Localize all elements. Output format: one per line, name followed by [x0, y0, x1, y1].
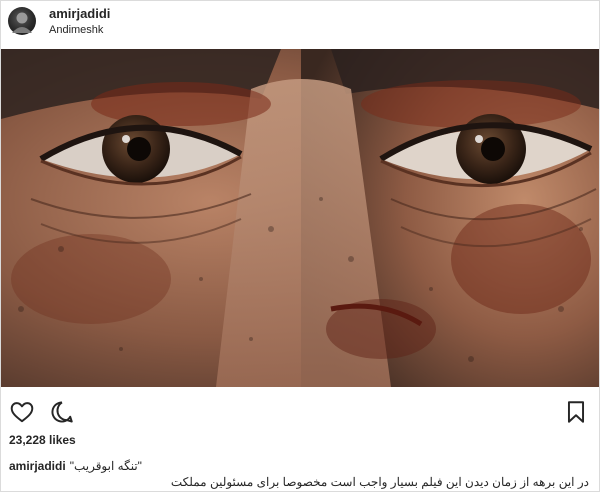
avatar[interactable]	[8, 7, 36, 35]
save-button[interactable]	[563, 399, 589, 425]
likes-count[interactable]: 23,228 likes	[9, 433, 76, 447]
instagram-post: amirjadidi Andimeshk 23,228 likes amirja…	[0, 0, 600, 492]
caption-header: amirjadidi "تنگه ابوقریب"	[9, 459, 142, 473]
action-bar	[1, 393, 599, 433]
avatar-image	[12, 12, 32, 33]
location-link[interactable]: Andimeshk	[49, 24, 103, 36]
speech-bubble-icon	[51, 401, 73, 423]
caption-title: "تنگه ابوقریب"	[69, 459, 142, 473]
caption-username[interactable]: amirjadidi	[9, 459, 66, 473]
post-header: amirjadidi Andimeshk	[1, 1, 599, 48]
comment-button[interactable]	[49, 399, 75, 425]
heart-icon	[10, 402, 34, 423]
caption-text: در این برهه از زمان دیدن این فیلم بسیار …	[170, 475, 589, 489]
post-image[interactable]	[1, 49, 599, 387]
username-link[interactable]: amirjadidi	[49, 6, 110, 21]
eyes-closeup-image	[1, 49, 599, 387]
bookmark-icon	[567, 401, 585, 423]
like-button[interactable]	[9, 399, 35, 425]
